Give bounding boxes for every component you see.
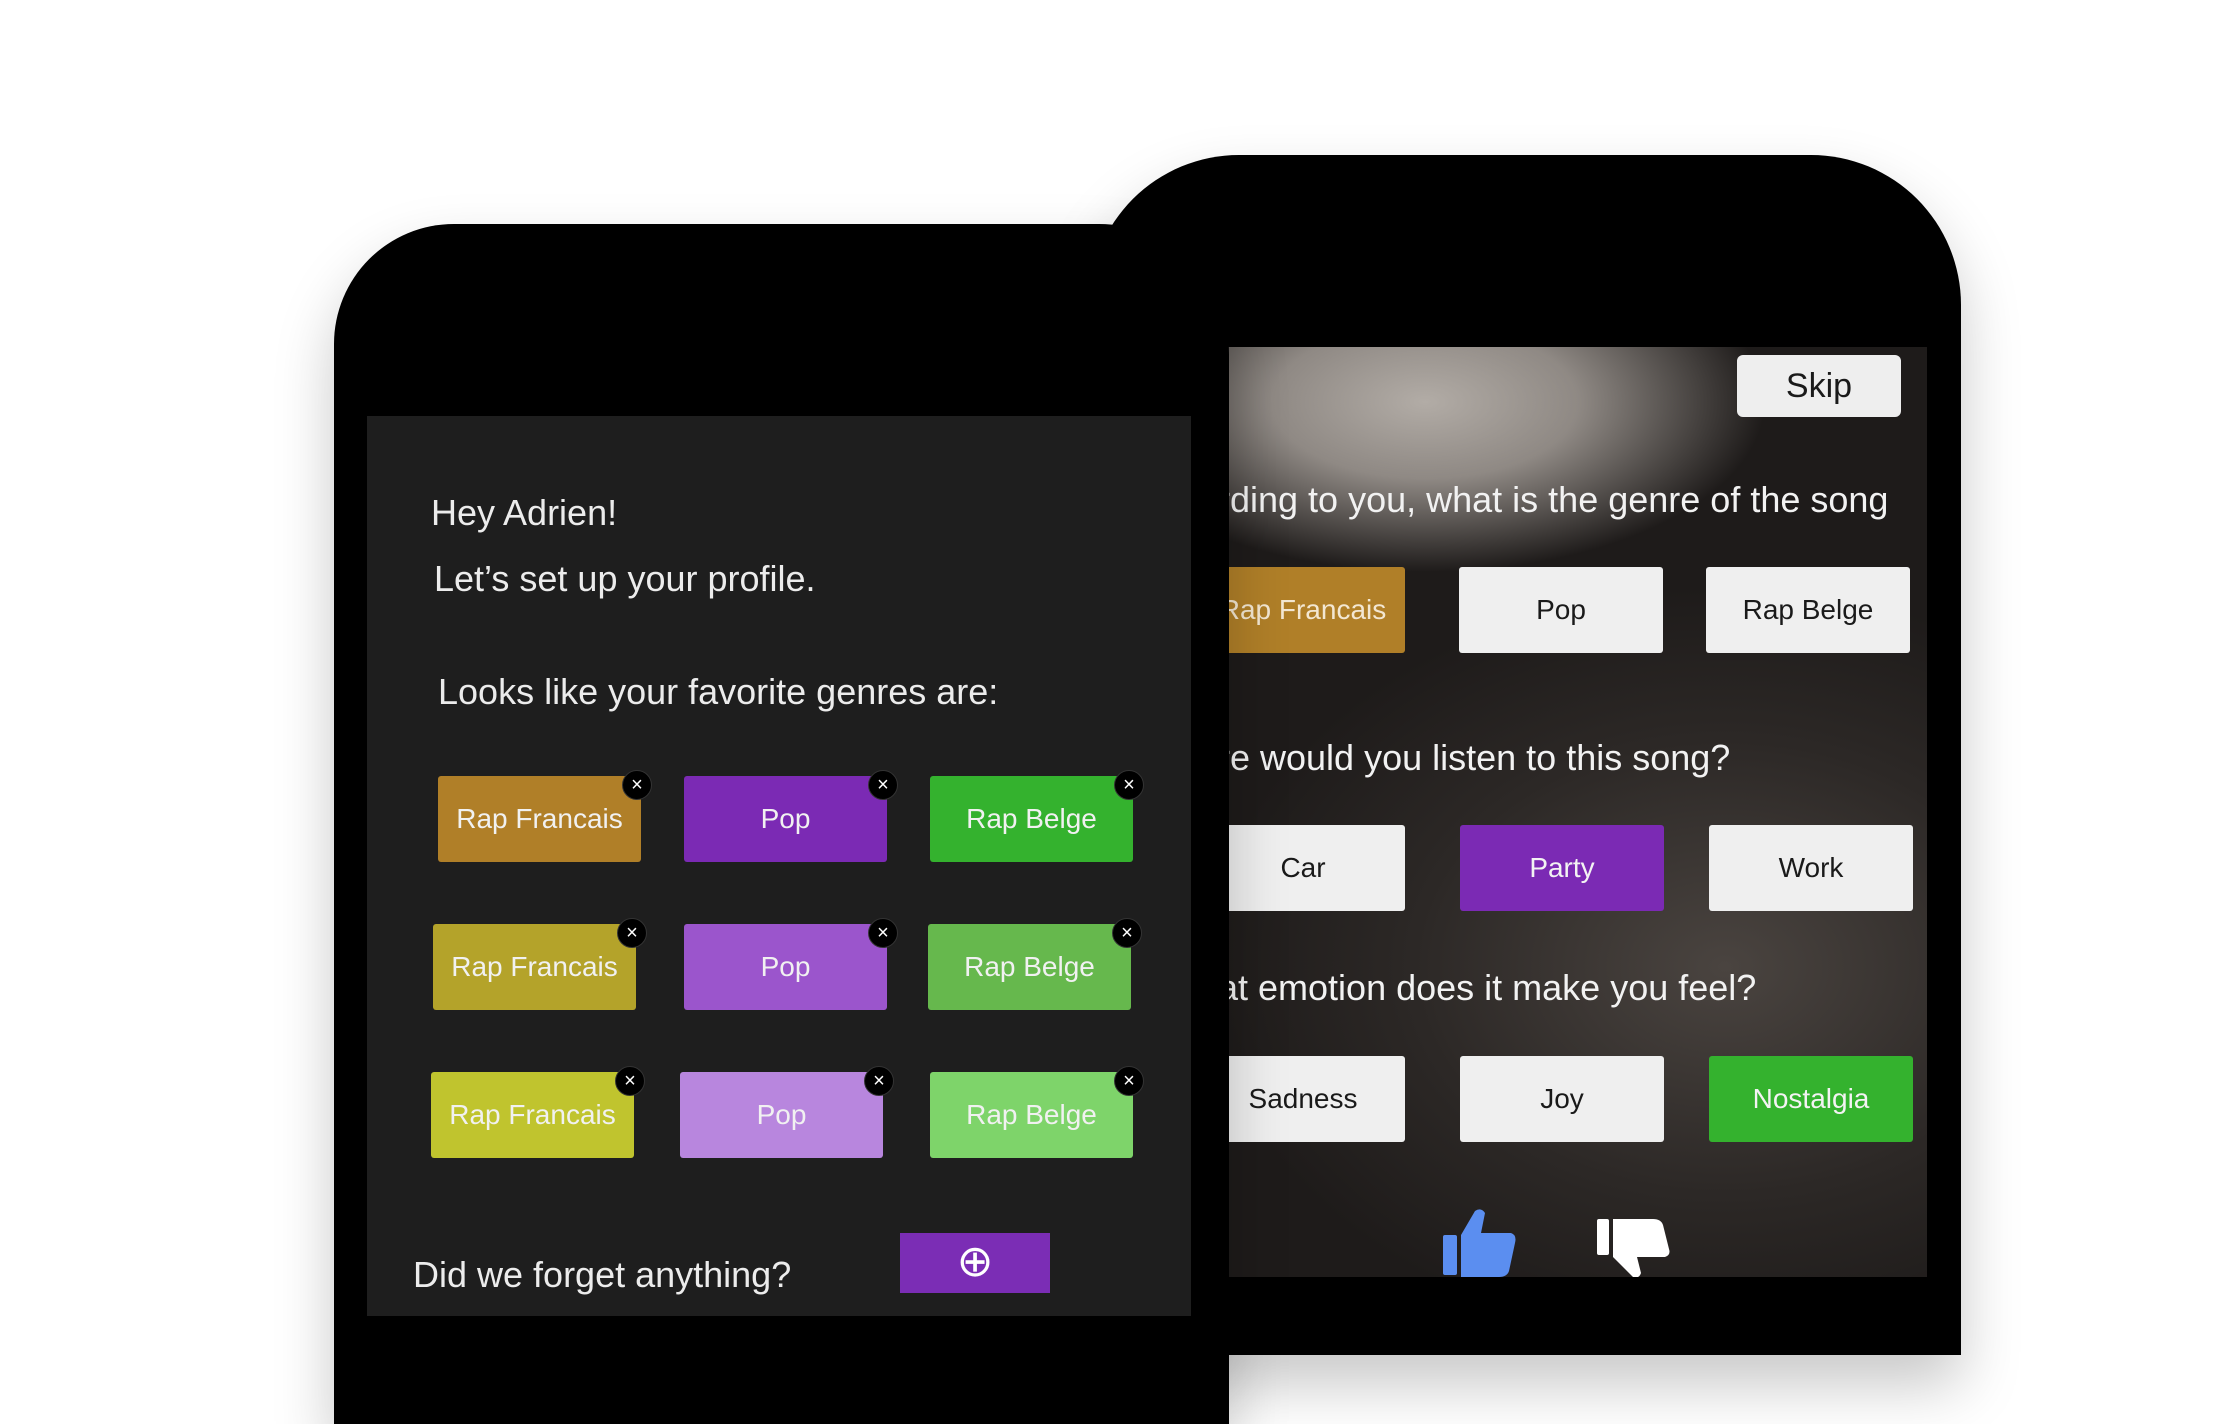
where-option-work[interactable]: Work: [1709, 825, 1913, 911]
plus-circle-icon: ⊕: [956, 1237, 994, 1286]
emotion-option-joy[interactable]: Joy: [1460, 1056, 1664, 1142]
genre-chip[interactable]: Pop: [680, 1072, 883, 1158]
question-where: re would you listen to this song?: [1225, 737, 1731, 778]
emotion-option-nostalgia[interactable]: Nostalgia: [1709, 1056, 1913, 1142]
genre-chip[interactable]: Rap Belge: [928, 924, 1131, 1010]
remove-chip-icon[interactable]: ×: [617, 918, 647, 948]
forgot-anything-text: Did we forget anything?: [413, 1254, 792, 1295]
skip-button[interactable]: Skip: [1737, 355, 1901, 417]
remove-chip-icon[interactable]: ×: [868, 770, 898, 800]
remove-chip-icon[interactable]: ×: [1114, 1066, 1144, 1096]
genre-chip[interactable]: Rap Belge: [930, 1072, 1133, 1158]
greeting-text: Hey Adrien!: [431, 492, 618, 533]
genre-option-pop[interactable]: Pop: [1459, 567, 1663, 653]
genre-chip[interactable]: Pop: [684, 776, 887, 862]
genres-heading: Looks like your favorite genres are:: [438, 671, 999, 712]
genre-option-rap-francais[interactable]: Rap Francais: [1225, 567, 1405, 653]
question-emotion: at emotion does it make you feel?: [1225, 967, 1757, 1008]
genre-chip[interactable]: Rap Francais: [431, 1072, 634, 1158]
remove-chip-icon[interactable]: ×: [1112, 918, 1142, 948]
add-genre-button[interactable]: ⊕: [900, 1233, 1050, 1293]
genre-option-rap-belge[interactable]: Rap Belge: [1706, 567, 1910, 653]
remove-chip-icon[interactable]: ×: [622, 770, 652, 800]
remove-chip-icon[interactable]: ×: [1114, 770, 1144, 800]
where-option-car[interactable]: Car: [1225, 825, 1405, 911]
song-quiz-screen: Skip rding to you, what is the genre of …: [1225, 347, 1927, 1277]
thumbs-down-icon[interactable]: [1595, 1217, 1671, 1277]
thumbs-up-icon[interactable]: [1441, 1207, 1519, 1277]
profile-setup-screen: [367, 416, 1191, 1316]
emotion-option-sadness[interactable]: Sadness: [1225, 1056, 1405, 1142]
genre-chip[interactable]: Rap Francais: [433, 924, 636, 1010]
profile-subtitle: Let’s set up your profile.: [434, 558, 816, 599]
genre-chip[interactable]: Pop: [684, 924, 887, 1010]
remove-chip-icon[interactable]: ×: [868, 918, 898, 948]
genre-chip[interactable]: Rap Belge: [930, 776, 1133, 862]
remove-chip-icon[interactable]: ×: [615, 1066, 645, 1096]
remove-chip-icon[interactable]: ×: [864, 1066, 894, 1096]
question-genre: rding to you, what is the genre of the s…: [1225, 479, 1889, 520]
genre-chip[interactable]: Rap Francais: [438, 776, 641, 862]
where-option-party[interactable]: Party: [1460, 825, 1664, 911]
